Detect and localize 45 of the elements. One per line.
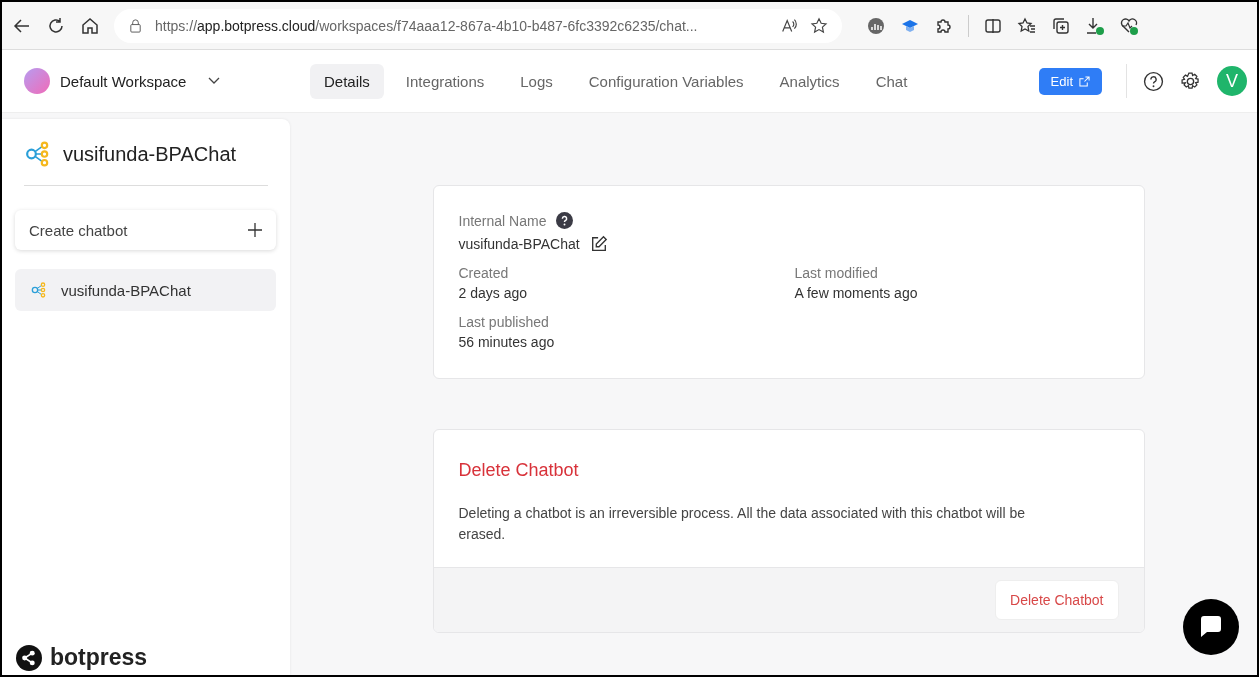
help-icon[interactable] <box>1143 70 1164 92</box>
flow-icon <box>25 141 51 167</box>
download-icon[interactable] <box>1085 15 1105 36</box>
settings-icon[interactable] <box>1180 70 1201 92</box>
field-value: 2 days ago <box>458 285 528 301</box>
address-bar[interactable]: https://app.botpress.cloud/workspaces/f74aaa12-867a-4b10-b487-6fc3392c6235/chat... <box>114 8 842 43</box>
external-link-icon <box>1079 75 1090 87</box>
chat-bubble-icon[interactable] <box>1183 599 1239 655</box>
star-icon[interactable] <box>810 16 828 35</box>
workspace-avatar <box>24 68 50 94</box>
field-label: Last modified <box>794 265 879 281</box>
share-logo-icon <box>16 644 42 671</box>
section-title: Delete Chatbot <box>458 460 579 480</box>
flow-icon <box>31 282 47 298</box>
brand-name: botpress <box>50 644 148 671</box>
nav-tab[interactable]: Configuration Variables <box>574 63 758 99</box>
heartbeat-icon[interactable] <box>1119 15 1139 36</box>
home-icon[interactable] <box>80 15 100 36</box>
nav-tab[interactable]: Analytics <box>765 63 854 99</box>
reload-icon[interactable] <box>46 15 66 36</box>
field-label: Internal Name <box>458 212 547 229</box>
field-value: A few moments ago <box>794 285 919 301</box>
chatbot-list-item[interactable]: vusifunda-BPAChat <box>15 269 276 311</box>
lock-icon[interactable] <box>128 18 143 33</box>
delete-chatbot-button[interactable]: Delete Chatbot <box>995 580 1119 620</box>
edit-button[interactable]: Edit <box>1038 67 1102 95</box>
chevron-down-icon <box>208 77 221 85</box>
chart-extension-icon[interactable] <box>866 15 886 36</box>
url-text: https://app.botpress.cloud/workspaces/f74aaa12-867a-4b10-b487-6fc3392c6235/chat... <box>155 17 699 34</box>
create-chatbot-button[interactable]: Create chatbot <box>15 210 276 250</box>
field-label: Last published <box>458 314 550 330</box>
field-label: Created <box>458 265 510 281</box>
field-value: vusifunda-BPAChat <box>458 236 580 252</box>
field-value: 56 minutes ago <box>458 334 556 350</box>
edit-icon[interactable] <box>589 235 608 253</box>
nav-tab[interactable]: Details <box>310 63 384 99</box>
chatbot-title: vusifunda-BPAChat <box>63 142 237 166</box>
plus-icon <box>248 223 262 237</box>
nav-tab[interactable]: Integrations <box>391 63 499 99</box>
warning-text: Deleting a chatbot is an irreversible process. All the data associated with this chatbot will be erased. <box>458 504 1027 544</box>
collections-icon[interactable] <box>1051 15 1071 36</box>
nav-tab[interactable]: Chat <box>861 63 922 99</box>
nav-tab[interactable]: Logs <box>506 63 567 99</box>
help-icon[interactable] <box>556 212 574 229</box>
workspace-selector[interactable]: Default Workspace <box>24 68 284 94</box>
